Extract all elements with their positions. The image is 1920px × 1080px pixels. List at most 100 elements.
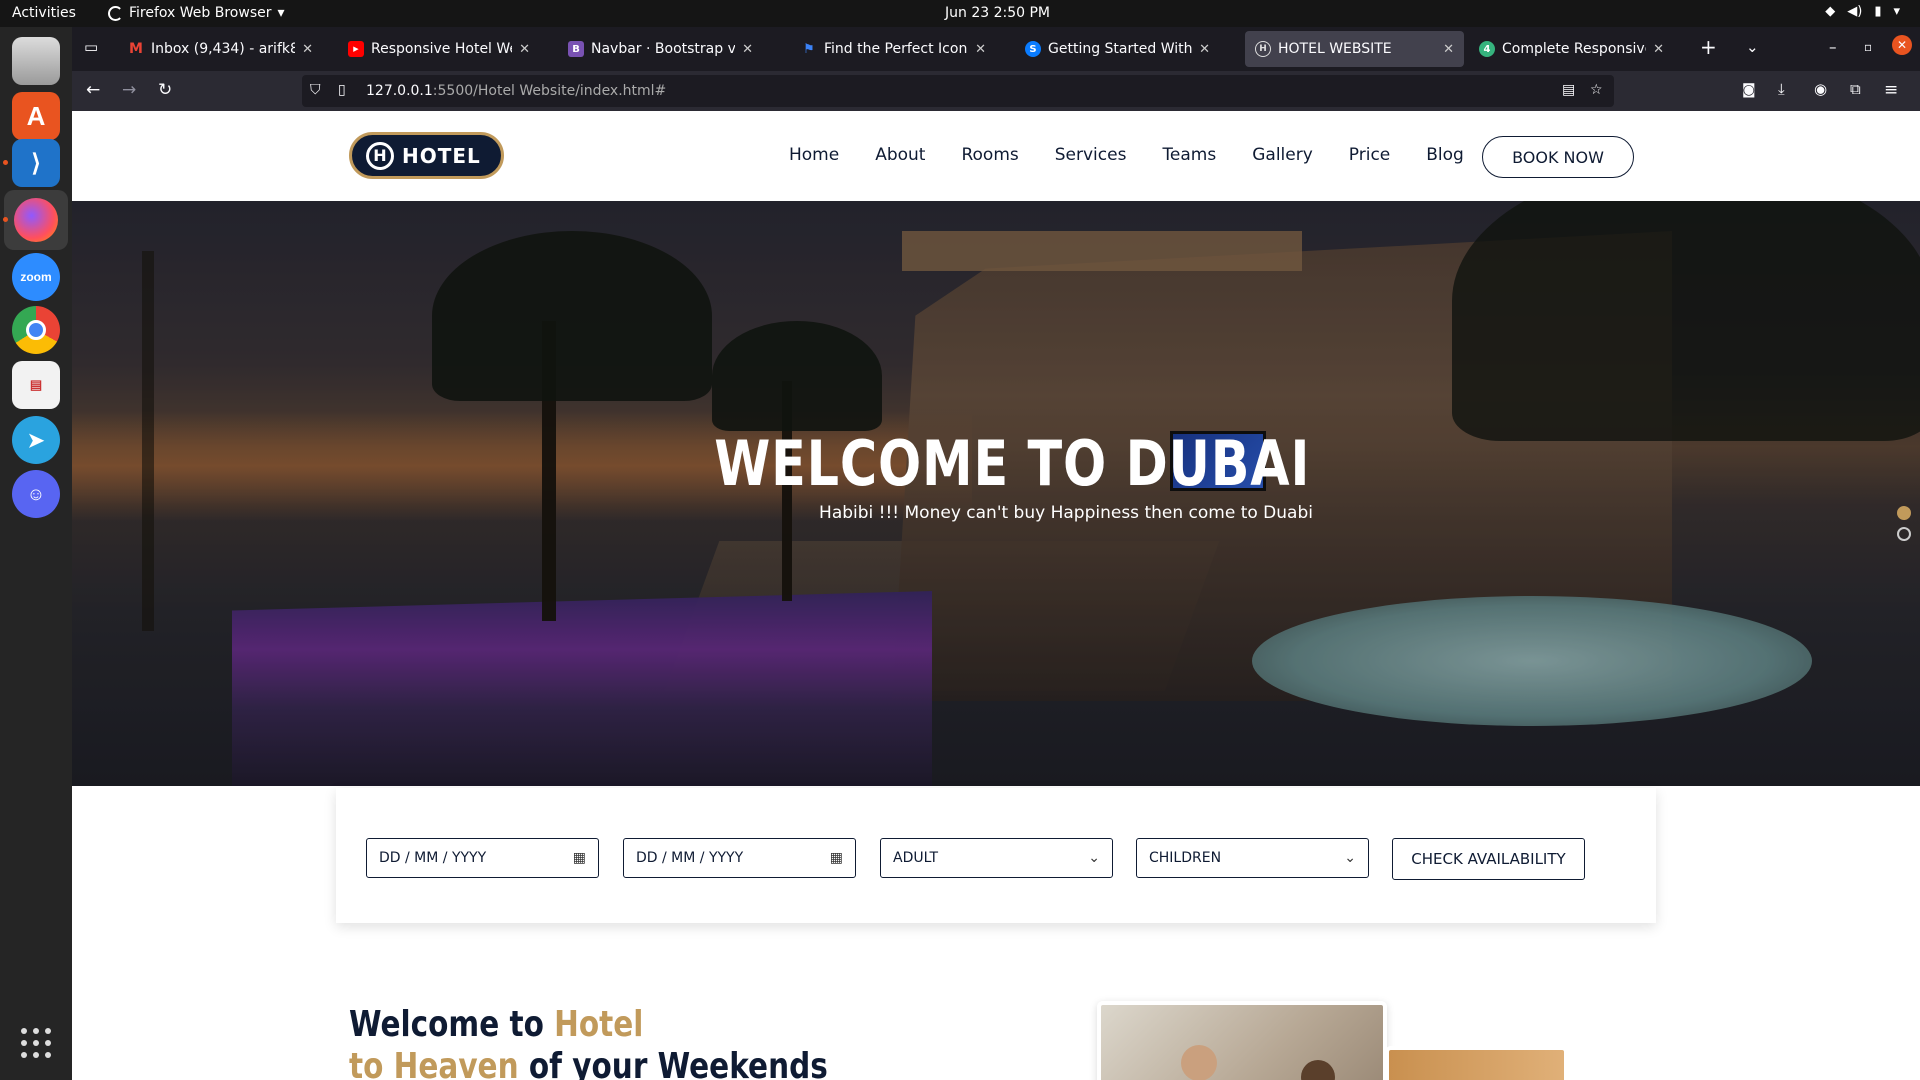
adult-select-value: ADULT [893,850,939,866]
checkout-date-input[interactable]: DD / MM / YYYY ▦ [623,838,856,878]
chevron-down-icon: ▾ [1893,4,1900,19]
show-apps-icon[interactable] [21,1028,51,1058]
running-indicator [3,160,8,165]
adult-select[interactable]: ADULT ⌄ [880,838,1113,878]
dock: A ⟩ zoom ▤ ➤ ☺ [0,27,72,1080]
about-photo-couple [1097,1001,1387,1080]
about-photo-room [1385,1046,1568,1080]
firefox-icon [14,198,58,242]
nav-about[interactable]: About [875,145,925,165]
nav-services[interactable]: Services [1055,145,1127,165]
bookmark-star-icon[interactable]: ☆ [1590,82,1603,98]
children-select[interactable]: CHILDREN ⌄ [1136,838,1369,878]
tab-gmail[interactable]: M Inbox (9,434) - arifk8470 ✕ [118,31,323,67]
chrome-icon[interactable] [12,306,60,354]
hero-subtitle: Habibi !!! Money can't buy Happiness the… [819,503,1313,523]
extensions-icon[interactable]: ⧉ [1850,80,1861,98]
carousel-dot[interactable] [1897,506,1911,520]
codehal-icon: 4 [1479,41,1495,57]
site-header: H HOTEL Home About Rooms Services Teams … [72,111,1920,201]
check-availability-button[interactable]: CHECK AVAILABILITY [1392,838,1585,880]
book-now-button[interactable]: BOOK NOW [1482,136,1634,178]
window-close-icon[interactable]: ✕ [1892,35,1912,55]
volume-icon: ◀) [1847,4,1863,19]
system-top-bar: Activities Firefox Web Browser ▾ Jun 23 … [0,0,1920,27]
telegram-icon[interactable]: ➤ [12,416,60,464]
close-icon[interactable]: ✕ [1653,42,1664,57]
booking-form: DD / MM / YYYY ▦ DD / MM / YYYY ▦ ADULT … [336,788,1656,923]
main-nav: Home About Rooms Services Teams Gallery … [789,145,1464,165]
checkin-date-input[interactable]: DD / MM / YYYY ▦ [366,838,599,878]
account-icon[interactable]: ◉ [1814,80,1827,98]
system-tray[interactable]: ◆ ◀) ▮ ▾ [1825,4,1900,19]
tab-fontawesome[interactable]: ⚑ Find the Perfect Icon for ✕ [791,31,996,67]
zoom-icon[interactable]: zoom [12,253,60,301]
close-icon[interactable]: ✕ [519,42,530,57]
chevron-down-icon[interactable]: ⌄ [1746,38,1759,56]
close-icon[interactable]: ✕ [975,42,986,57]
nav-home[interactable]: Home [789,145,839,165]
shield-icon[interactable]: ⛉ [310,82,321,98]
minimize-icon[interactable]: – [1829,38,1837,56]
about-heading: Welcome to Hotel to Heaven of your Weeke… [349,1004,828,1080]
navigation-toolbar: ← → ↻ ⛉ ▯ 127.0.0.1:5500/Hotel Website/i… [72,71,1920,111]
carousel-dot[interactable] [1897,527,1911,541]
app-menu-label: Firefox Web Browser [129,5,272,21]
vscode-icon[interactable]: ⟩ [12,139,60,187]
tab-bootstrap[interactable]: B Navbar · Bootstrap v5.3 ✕ [558,31,763,67]
reader-view-icon[interactable]: ▤ [1562,82,1575,98]
hamburger-menu-icon[interactable]: ≡ [1884,80,1898,100]
tab-list-icon[interactable]: ▭ [84,38,98,56]
hotel-logo[interactable]: H HOTEL [349,132,504,179]
hero-title: WELCOME TO DUBAI [714,427,1311,500]
url-text[interactable]: 127.0.0.1:5500/Hotel Website/index.html# [366,83,666,99]
close-icon[interactable]: ✕ [1199,42,1210,57]
hotel-favicon-icon: H [1255,41,1271,57]
tab-strip: ▭ M Inbox (9,434) - arifk8470 ✕ ▶ Respon… [72,27,1920,71]
tab-codehal[interactable]: 4 Complete Responsive Ho ✕ [1469,31,1674,67]
checkin-placeholder: DD / MM / YYYY [379,850,487,866]
wifi-icon: ◆ [1825,4,1836,19]
swiper-icon: S [1025,41,1041,57]
tab-hotel-website[interactable]: H HOTEL WEBSITE ✕ [1245,31,1464,67]
firefox-dock-item[interactable] [4,190,68,250]
nav-teams[interactable]: Teams [1162,145,1216,165]
forward-arrow-icon[interactable]: → [122,80,136,100]
pocket-icon[interactable]: ◙ [1742,82,1756,98]
clock[interactable]: Jun 23 2:50 PM [945,5,1050,21]
tab-label: Complete Responsive Ho [1502,41,1647,57]
reload-icon[interactable]: ↻ [158,80,172,100]
downloads-icon[interactable]: ⤓ [1778,80,1785,98]
new-tab-icon[interactable]: + [1700,35,1717,59]
restore-icon[interactable]: ▫ [1864,40,1872,54]
chevron-down-icon: ▾ [277,5,285,21]
app-center-icon[interactable]: A [12,92,60,140]
logo-text: HOTEL [402,143,481,168]
calendar-icon[interactable]: ▦ [573,850,586,866]
nav-blog[interactable]: Blog [1426,145,1464,165]
nav-gallery[interactable]: Gallery [1252,145,1313,165]
discord-icon[interactable]: ☺ [12,470,60,518]
close-icon[interactable]: ✕ [742,42,753,57]
calendar-icon[interactable]: ▦ [830,850,843,866]
document-viewer-icon[interactable]: ▤ [12,361,60,409]
files-icon[interactable] [12,37,60,85]
close-icon[interactable]: ✕ [302,42,313,57]
tab-label: Inbox (9,434) - arifk8470 [151,41,296,57]
activities-button[interactable]: Activities [12,5,76,21]
nav-price[interactable]: Price [1349,145,1390,165]
hero-banner: WELCOME TO DUBAI Habibi !!! Money can't … [72,201,1920,786]
app-menu[interactable]: Firefox Web Browser ▾ [108,5,285,21]
tab-label: Responsive Hotel Websit [371,41,512,57]
bootstrap-icon: B [568,41,584,57]
url-bar[interactable]: ⛉ ▯ 127.0.0.1:5500/Hotel Website/index.h… [302,75,1614,107]
tab-swiper[interactable]: S Getting Started With Swi ✕ [1015,31,1220,67]
back-arrow-icon[interactable]: ← [86,80,100,100]
gmail-icon: M [129,41,143,57]
tab-label: Navbar · Bootstrap v5.3 [591,41,736,57]
tab-label: Getting Started With Swi [1048,41,1193,57]
tab-label: Find the Perfect Icon for [824,41,968,57]
close-icon[interactable]: ✕ [1443,42,1454,57]
tab-youtube[interactable]: ▶ Responsive Hotel Websit ✕ [338,31,540,67]
nav-rooms[interactable]: Rooms [961,145,1018,165]
